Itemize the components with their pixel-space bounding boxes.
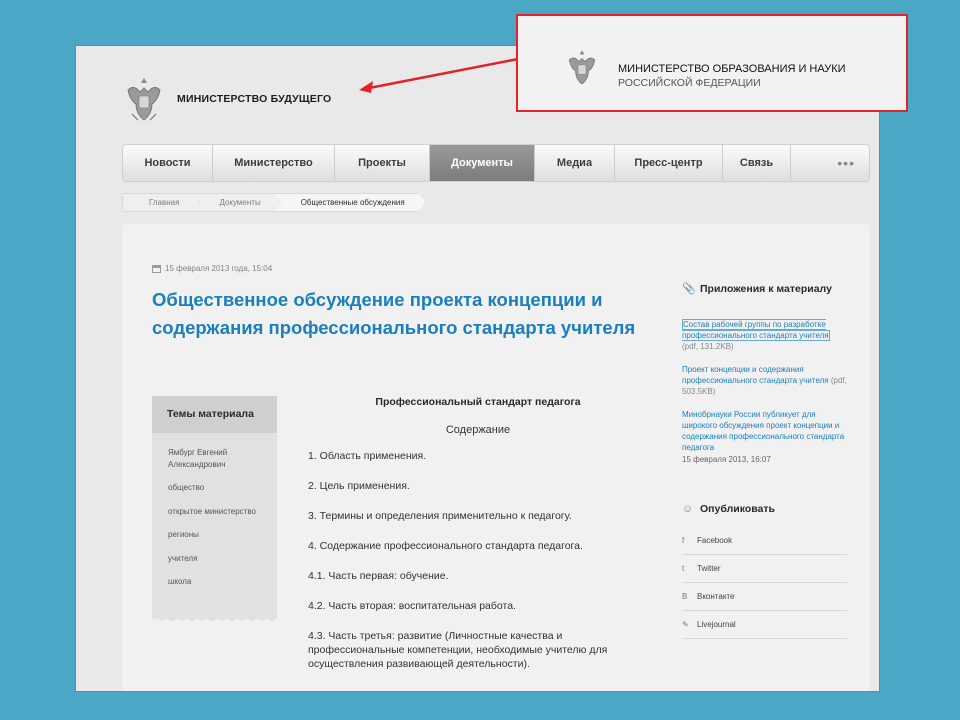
share-heading: ☺ Опубликовать [682, 502, 847, 517]
topic-item[interactable]: регионы [168, 529, 277, 541]
article-title: Общественное обсуждение проекта концепци… [152, 289, 636, 338]
nav-item-news[interactable]: Новости [123, 145, 213, 181]
facebook-icon: f [682, 536, 685, 545]
article-date-text: 15 февраля 2013 года, 15:04 [165, 264, 273, 273]
topic-item[interactable]: школа [168, 576, 277, 588]
nav-item-ministry[interactable]: Министерство [213, 145, 335, 181]
breadcrumb: Главная Документы Общественные обсуждени… [122, 193, 418, 212]
topic-item[interactable]: открытое министерство [168, 506, 277, 518]
topic-item[interactable]: учителя [168, 553, 277, 565]
attachment-link-text[interactable]: Состав рабочей группы по разработке проф… [682, 319, 830, 341]
document-paragraph: 4.1. Часть первая: обучение. [308, 570, 449, 582]
content-card: 15 февраля 2013 года, 15:04 Общественное… [122, 224, 870, 691]
topic-item[interactable]: общество [168, 482, 277, 494]
livejournal-icon: ✎ [682, 620, 689, 629]
related-news-text[interactable]: Минобрнауки России публикует для широког… [682, 410, 844, 452]
callout-line-1: МИНИСТЕРСТВО ОБРАЗОВАНИЯ И НАУКИ [618, 63, 846, 75]
eagle-emblem-icon[interactable] [124, 76, 164, 124]
document-subtitle: Содержание [445, 424, 511, 436]
nav-more-button[interactable]: ••• [791, 145, 869, 181]
topics-wave-edge [152, 616, 277, 621]
share-livejournal[interactable]: ✎ Livejournal [682, 611, 847, 639]
share-vkontakte[interactable]: В Вконтакте [682, 583, 847, 611]
eagle-emblem-icon [568, 50, 596, 85]
vkontakte-icon: В [682, 592, 688, 601]
attachment-link[interactable]: Состав рабочей группы по разработке проф… [682, 319, 847, 352]
topics-list: Ямбург Евгений Александрович общество от… [152, 433, 277, 588]
attachments-heading: 📎 Приложения к материалу [682, 282, 847, 297]
document-paragraph: 4. Содержание профессионального стандарт… [308, 540, 583, 552]
attachment-link-text[interactable]: Проект концепции и содержания профессион… [682, 365, 829, 385]
site-title[interactable]: МИНИСТЕРСТВО БУДУЩЕГО [177, 93, 331, 105]
document-body: Профессиональный стандарт педагога Содер… [308, 396, 648, 687]
share-label: Livejournal [697, 620, 736, 629]
nav-item-press-center[interactable]: Пресс-центр [615, 145, 723, 181]
document-paragraph: 2. Цель применения. [308, 480, 410, 492]
attachments-heading-text: Приложения к материалу [700, 283, 832, 295]
website-screenshot: МИНИСТЕРСТВО БУДУЩЕГО Новости Министерст… [75, 45, 880, 692]
people-icon: ☺ [682, 503, 694, 515]
document-paragraph: 1. Область применения. [308, 450, 427, 462]
document-title: Профессиональный стандарт педагога [375, 396, 581, 408]
right-column: 📎 Приложения к материалу Состав рабочей … [682, 282, 847, 639]
topic-item[interactable]: Ямбург Евгений Александрович [168, 447, 277, 470]
breadcrumb-documents[interactable]: Документы [192, 193, 281, 212]
document-paragraph: 4.2. Часть вторая: воспитательная работа… [308, 600, 516, 612]
breadcrumb-public-discussions: Общественные обсуждения [274, 193, 426, 212]
nav-item-contacts[interactable]: Связь [723, 145, 791, 181]
nav-item-documents[interactable]: Документы [430, 145, 535, 181]
share-list: f Facebook t Twitter В Вконтакте ✎ Livejourn… [682, 527, 847, 639]
attachment-link[interactable]: Проект концепции и содержания профессион… [682, 364, 847, 397]
topics-sidebar: Темы материала Ямбург Евгений Александро… [152, 396, 277, 618]
share-twitter[interactable]: t Twitter [682, 555, 847, 583]
share-label: Вконтакте [697, 592, 735, 601]
topics-heading: Темы материала [152, 396, 277, 433]
callout-box: МИНИСТЕРСТВО ОБРАЗОВАНИЯ И НАУКИ РОССИЙС… [516, 14, 908, 112]
breadcrumb-home[interactable]: Главная [122, 193, 200, 212]
nav-item-media[interactable]: Медиа [535, 145, 615, 181]
article-date: 15 февраля 2013 года, 15:04 [152, 264, 272, 273]
main-navigation: Новости Министерство Проекты Документы М… [122, 144, 870, 182]
attachment-meta: (pdf, 131.2KB) [682, 342, 734, 351]
callout-line-2: РОССИЙСКОЙ ФЕДЕРАЦИИ [618, 77, 761, 89]
callout-arrow [359, 57, 519, 93]
document-paragraph: 3. Термины и определения применительно к… [308, 510, 572, 522]
nav-item-projects[interactable]: Проекты [335, 145, 430, 181]
twitter-icon: t [682, 564, 685, 573]
paperclip-icon: 📎 [682, 283, 696, 295]
related-news-link[interactable]: Минобрнауки России публикует для широког… [682, 409, 847, 453]
share-heading-text: Опубликовать [700, 503, 775, 515]
document-paragraph: 4.3. Часть третья: развитие (Личностные … [308, 630, 608, 670]
share-facebook[interactable]: f Facebook [682, 527, 847, 555]
calendar-icon [152, 264, 161, 273]
share-label: Twitter [697, 564, 721, 573]
share-label: Facebook [697, 536, 733, 545]
related-news-date: 15 февраля 2013, 16:07 [682, 455, 771, 464]
